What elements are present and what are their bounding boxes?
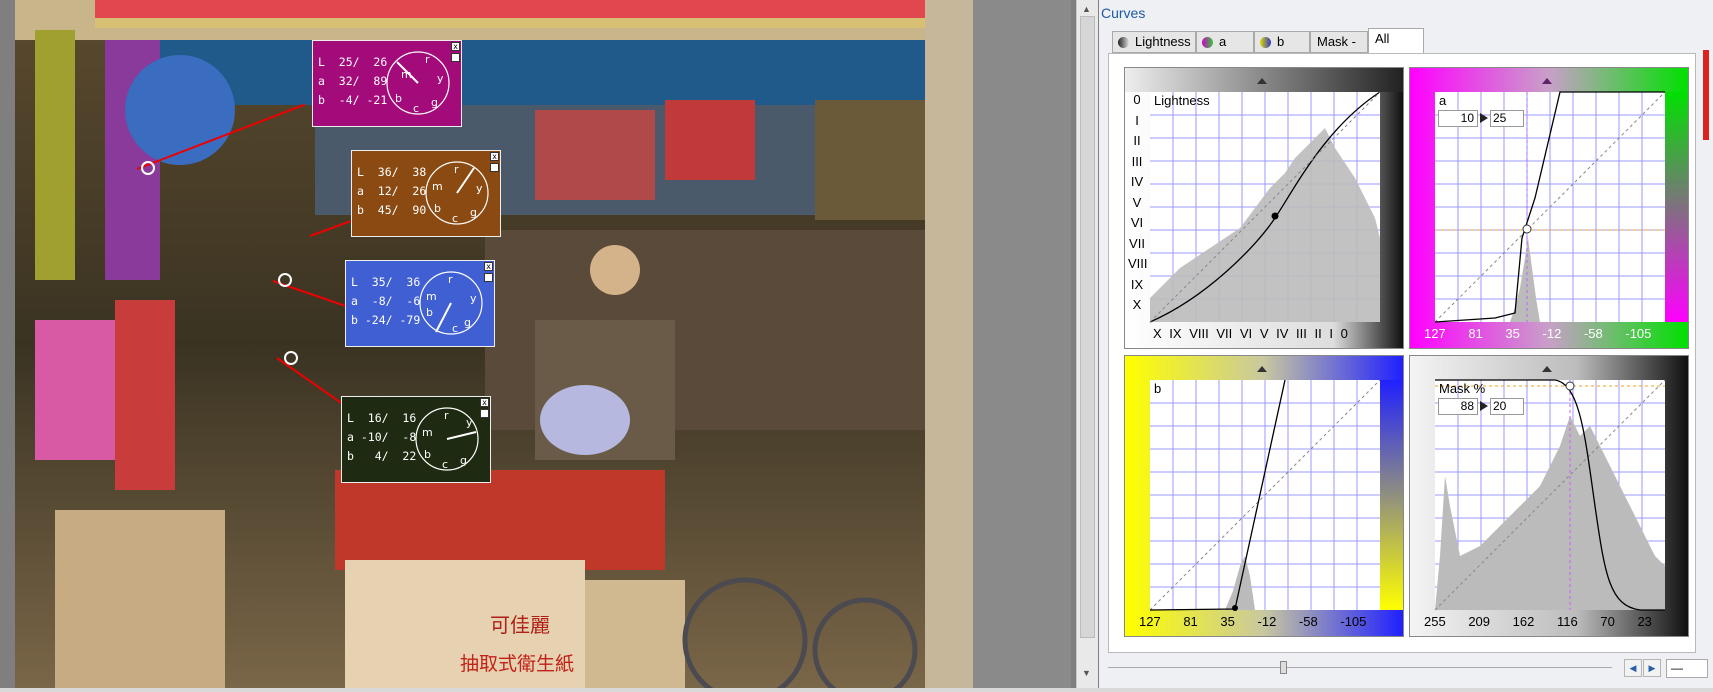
close-icon[interactable]: x	[484, 262, 493, 271]
svg-text:y: y	[466, 416, 473, 429]
svg-text:c: c	[452, 322, 458, 335]
svg-text:g: g	[431, 96, 438, 109]
opacity-slider[interactable]	[1108, 659, 1628, 675]
color-dial-icon: m r y g c b	[386, 51, 450, 115]
scroll-up-icon[interactable]: ▲	[1082, 4, 1091, 14]
lightness-x-axis: X IX VIII VII VI V IV III II I 0	[1153, 326, 1348, 341]
tab-a[interactable]: a	[1196, 31, 1254, 53]
svg-text:r: r	[454, 163, 459, 176]
svg-text:r: r	[425, 53, 430, 66]
svg-text:b: b	[424, 448, 431, 461]
chevron-right-icon[interactable]: ▶	[1643, 659, 1661, 677]
curve-label: a	[1439, 93, 1447, 108]
svg-text:r: r	[448, 273, 453, 286]
readout-values: L 35/ 36 a -8/ -6 b -24/ -79	[351, 275, 421, 327]
readout-values: L 36/ 38 a 12/ 26 b 45/ 90	[357, 165, 427, 217]
slider-thumb[interactable]	[1280, 661, 1287, 674]
a-channel-tab-icon	[1202, 37, 1213, 48]
color-dial-icon: m r y g c b	[425, 161, 489, 225]
svg-text:y: y	[476, 182, 483, 195]
svg-text:抽取式衛生紙: 抽取式衛生紙	[460, 653, 574, 675]
svg-text:g: g	[460, 454, 467, 467]
a-input-field[interactable]: 10	[1438, 110, 1478, 127]
b-channel-tab-icon	[1260, 37, 1271, 48]
close-icon[interactable]: x	[490, 152, 499, 161]
pin-icon[interactable]	[490, 163, 499, 172]
sample-point-marker[interactable]	[275, 270, 295, 290]
curve-label: Lightness	[1154, 93, 1210, 108]
close-icon[interactable]: x	[451, 42, 460, 51]
tab-mask-k[interactable]: Mask - K	[1310, 31, 1368, 69]
arrow-right-icon	[1480, 401, 1488, 411]
svg-text:g: g	[464, 316, 471, 329]
tab-all[interactable]: All	[1368, 28, 1424, 54]
readout-values: L 16/ 16 a -10/ -8 b 4/ 22	[347, 411, 417, 463]
svg-text:b: b	[395, 92, 402, 105]
arrow-right-icon	[1480, 113, 1488, 123]
curve-label: b	[1154, 381, 1162, 396]
readout-values: L 25/ 26 a 32/ 89 b -4/ -21	[318, 55, 388, 107]
image-canvas[interactable]: 可佳麗 抽取式衛生紙 L 25/ 26 a 32/ 89 b -4/ -21 x…	[15, 0, 973, 688]
close-icon[interactable]: x	[480, 398, 489, 407]
sample-point-marker[interactable]	[138, 158, 158, 178]
color-dial-icon: m r y g c b	[415, 407, 479, 471]
a-curve-panel: a 10 25 127 81 35 -12 -58 -105	[1409, 67, 1689, 349]
svg-text:c: c	[452, 212, 458, 225]
scroll-thumb[interactable]	[1080, 16, 1095, 638]
panel-scrollbar[interactable]: ▲ ▼	[1076, 0, 1098, 692]
svg-text:可佳麗: 可佳麗	[490, 613, 550, 637]
chevron-left-icon[interactable]: ◀	[1624, 659, 1642, 677]
zoom-field[interactable]: —	[1666, 659, 1708, 678]
svg-text:m: m	[426, 290, 437, 303]
svg-text:y: y	[470, 292, 477, 305]
scroll-down-icon[interactable]: ▼	[1082, 668, 1091, 678]
color-readout-4[interactable]: L 16/ 16 a -10/ -8 b 4/ 22 x m r y g c b	[341, 396, 491, 483]
svg-text:b: b	[426, 306, 433, 319]
b-curve-graph[interactable]	[1125, 356, 1403, 636]
mask-curve-panel: Mask % 88 20 255 209 162 116 70 23	[1409, 355, 1689, 637]
window-gap	[973, 0, 1071, 692]
pin-icon[interactable]	[451, 53, 460, 62]
b-x-axis: 127 81 35 -12 -58 -105	[1139, 614, 1367, 629]
edge-marker	[1703, 50, 1709, 140]
lightness-tab-icon	[1118, 37, 1129, 48]
color-readout-3[interactable]: L 35/ 36 a -8/ -6 b -24/ -79 x m r y g c…	[345, 260, 495, 347]
svg-text:r: r	[444, 409, 449, 422]
svg-text:m: m	[401, 68, 412, 81]
color-readout-1[interactable]: L 25/ 26 a 32/ 89 b -4/ -21 x m r y g c …	[312, 40, 462, 127]
pin-icon[interactable]	[480, 409, 489, 418]
lightness-curve-panel: Lightness 0 I II III IV V VI VII VIII IX X X IX VI…	[1124, 67, 1404, 349]
mask-input-field[interactable]: 88	[1438, 398, 1478, 415]
b-curve-panel: b 127 81 35 -12 -58 -105	[1124, 355, 1404, 637]
svg-text:c: c	[413, 102, 419, 115]
status-bar	[0, 688, 1713, 692]
sample-point-marker[interactable]	[281, 348, 301, 368]
mask-output-field[interactable]: 20	[1490, 398, 1524, 415]
pin-icon[interactable]	[484, 273, 493, 282]
svg-text:m: m	[432, 180, 443, 193]
color-readout-2[interactable]: L 36/ 38 a 12/ 26 b 45/ 90 x m r y g c b	[351, 150, 501, 237]
a-x-axis: 127 81 35 -12 -58 -105	[1424, 326, 1652, 341]
color-dial-icon: m r y g c b	[419, 271, 483, 335]
svg-text:g: g	[470, 206, 477, 219]
curve-label: Mask %	[1439, 381, 1486, 396]
svg-text:y: y	[437, 72, 444, 85]
svg-text:m: m	[422, 426, 433, 439]
panel-title: Curves	[1101, 5, 1146, 21]
lightness-y-axis: 0 I II III IV V VI VII VIII IX X	[1128, 92, 1148, 312]
a-output-field[interactable]: 25	[1490, 110, 1524, 127]
svg-text:c: c	[442, 458, 448, 471]
lightness-curve-graph[interactable]	[1125, 68, 1403, 348]
tab-lightness[interactable]: Lightness	[1112, 31, 1196, 53]
mask-x-axis: 255 209 162 116 70 23	[1424, 614, 1652, 629]
svg-text:b: b	[434, 202, 441, 215]
tab-b[interactable]: b	[1254, 31, 1310, 53]
